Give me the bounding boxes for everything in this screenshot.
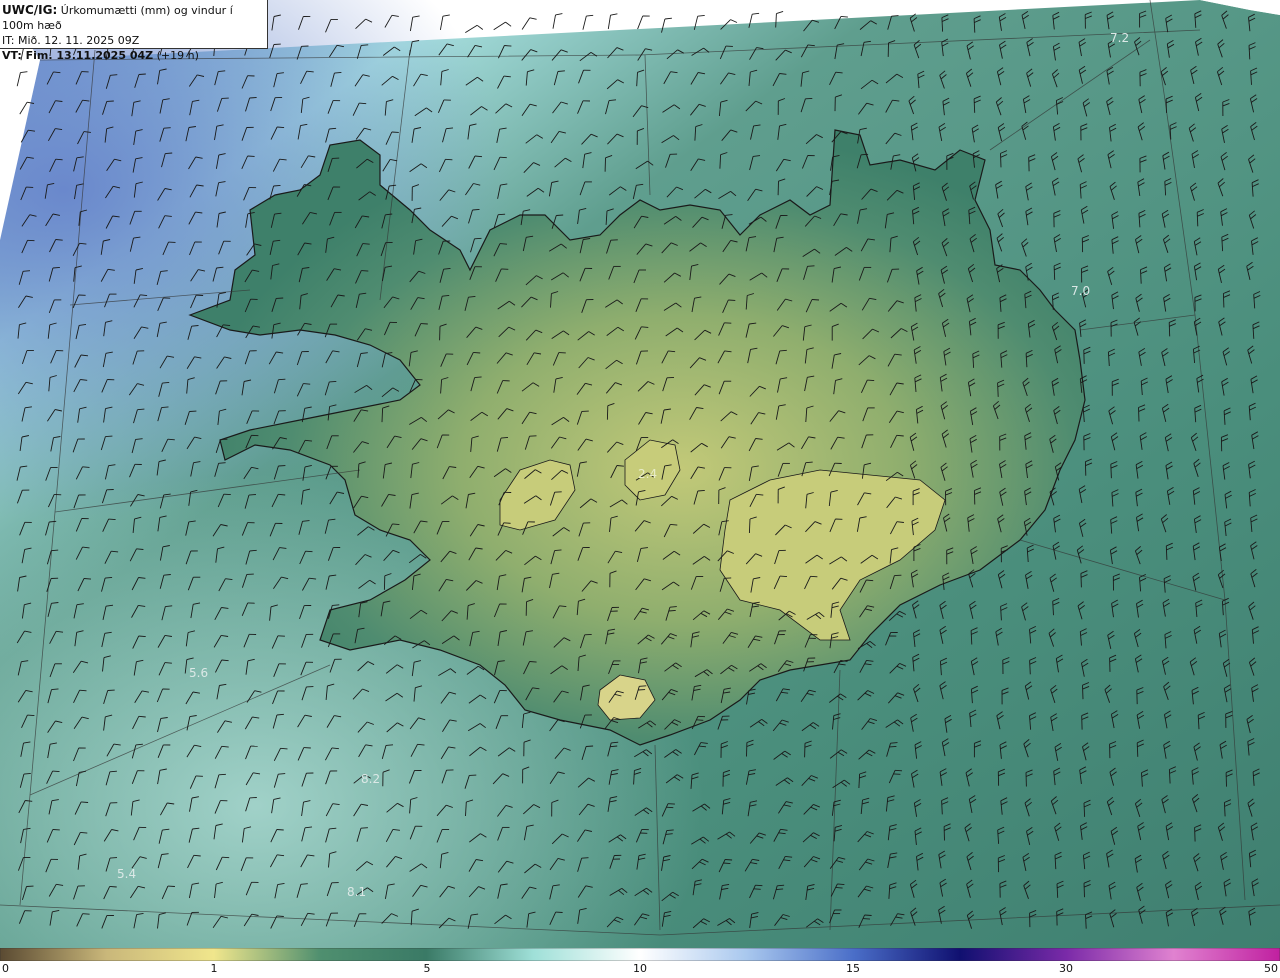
colorbar-tick-10: 10 (633, 962, 647, 975)
colorbar-legend: 0 1 5 10 15 30 50 (0, 948, 1280, 978)
max-label-5-6: 5.6 (189, 666, 208, 680)
max-label-7-2: 7.2 (1110, 31, 1129, 45)
max-label-7-0: 7.0 (1071, 284, 1090, 298)
colorbar-tick-50: 50 (1264, 962, 1278, 975)
max-label-8-2: 8.2 (361, 772, 380, 786)
colorbar-tick-1: 1 (210, 962, 218, 975)
map-title: UWC/IG: Úrkomumætti (mm) og vindur í 100… (2, 3, 233, 32)
max-label-8-1: 8.1 (347, 885, 366, 899)
colorbar-tick-0: 0 (2, 962, 9, 975)
colorbar-tick-15: 15 (846, 962, 860, 975)
colorbar-tick-30: 30 (1059, 962, 1073, 975)
colorbar (0, 948, 1280, 961)
precipitation-wind-map: 7.2 7.0 2.4 5.6 8.2 5.4 8.1 (0, 0, 1280, 948)
max-label-2-4: 2.4 (638, 467, 657, 481)
map-info-box: UWC/IG: Úrkomumætti (mm) og vindur í 100… (0, 0, 268, 62)
valid-time: VT: Fim. 13.11.2025 04Z (+19 h) (2, 49, 199, 62)
initial-time: IT: Mið. 12. 11. 2025 09Z (2, 34, 140, 47)
max-label-5-4: 5.4 (117, 867, 136, 881)
colorbar-tick-5: 5 (423, 962, 431, 975)
